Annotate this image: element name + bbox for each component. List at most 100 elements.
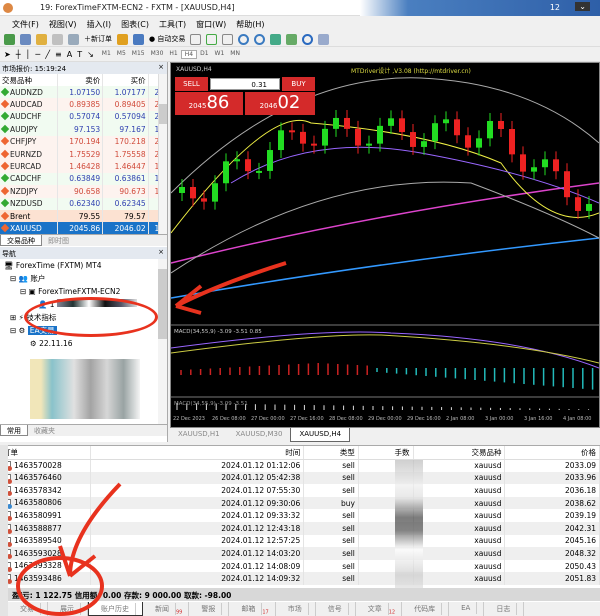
metaeditor-icon[interactable]	[117, 33, 128, 45]
tree-ea-item[interactable]: ⚙ 22.11.16	[4, 337, 167, 350]
ask-price[interactable]: 204602	[245, 92, 315, 115]
market-watch-icon[interactable]	[36, 33, 47, 45]
market-watch-row[interactable]: AUDNZD1.071501.0717727	[0, 86, 167, 99]
periods-icon[interactable]	[302, 33, 314, 45]
scrollbar[interactable]	[158, 74, 167, 234]
tree-accounts[interactable]: ⊟ 👥 账户	[4, 272, 167, 285]
order-row[interactable]: 1463570028 2024.01.12 01:12:06 sell xauusd 2…	[0, 459, 600, 472]
column-header[interactable]: 卖价	[57, 74, 104, 86]
terminal-tab[interactable]: EA	[449, 602, 485, 616]
menu-item[interactable]: 插入(I)	[87, 19, 112, 30]
zoom-out-icon[interactable]	[254, 33, 266, 45]
terminal-tab[interactable]: 文章 12	[356, 602, 403, 616]
text-icon[interactable]: A	[67, 50, 72, 59]
terminal-tab[interactable]: 代码库	[402, 602, 450, 616]
chart-tab[interactable]: XAUUSD,M30	[228, 428, 291, 442]
cursor-icon[interactable]: ➤	[4, 50, 11, 59]
market-watch-row[interactable]: NZDUSD0.623400.623455	[0, 197, 167, 210]
column-header[interactable]: 买价	[102, 74, 149, 86]
timeframe-M15[interactable]: M15	[129, 50, 148, 59]
new-order-button[interactable]: ＋新订单	[84, 34, 112, 44]
navigator-tab[interactable]: 收藏夹	[28, 425, 61, 436]
tree-root[interactable]: 🖥 ForexTime (FXTM) MT4	[4, 259, 167, 272]
terminal-tab[interactable]: 新闻 99	[143, 602, 190, 616]
market-watch-row[interactable]: Brent79.5579.572	[0, 209, 167, 223]
menu-item[interactable]: 帮助(H)	[236, 19, 264, 30]
market-watch-row[interactable]: AUDJPY97.15397.16714	[0, 123, 167, 136]
timeframe-H1[interactable]: H1	[166, 50, 180, 59]
menu-item[interactable]: 工具(T)	[159, 19, 186, 30]
column-header[interactable]: 时间	[90, 446, 305, 460]
arrows-icon[interactable]: ↘	[87, 50, 94, 59]
signals-icon[interactable]	[133, 33, 144, 45]
market-watch-row[interactable]: AUDCAD0.893850.8940520	[0, 98, 167, 111]
terminal-tab[interactable]: 信号	[316, 602, 356, 616]
label-icon[interactable]: T	[77, 50, 82, 59]
indicators-icon[interactable]	[286, 33, 298, 45]
horizontal-line-icon[interactable]: ─	[35, 50, 40, 59]
price-cell: 2051.83	[504, 572, 600, 585]
candle-chart-icon[interactable]	[206, 33, 218, 45]
terminal-tab[interactable]: 邮箱 17	[229, 602, 276, 616]
candle	[377, 125, 383, 144]
line-chart-icon[interactable]	[222, 33, 234, 45]
menu-item[interactable]: 窗口(W)	[196, 19, 226, 30]
market-watch-row[interactable]: NZDJPY90.65890.67315	[0, 185, 167, 198]
bar-chart-icon[interactable]	[190, 33, 202, 45]
market-watch-row[interactable]: XAUUSD2045.862046.0216	[0, 222, 167, 234]
time-tick: 26 Dec 08:00	[212, 416, 246, 422]
chart-tab[interactable]: XAUUSD,H4	[290, 428, 351, 442]
market-watch-row[interactable]: EURCAD1.464281.4644719	[0, 160, 167, 173]
new-chart-icon[interactable]	[4, 33, 15, 45]
terminal-tab[interactable]: 日志	[484, 602, 525, 616]
chevron-down-icon[interactable]: ⌄	[575, 2, 590, 11]
timeframe-D1[interactable]: D1	[197, 50, 211, 59]
chart-window[interactable]: XAUUSD,H4 MTDriver设计 ,V3.08 (http://mtdr…	[170, 62, 600, 428]
timeframe-M30[interactable]: M30	[148, 50, 167, 59]
timeframe-H4[interactable]: H4	[180, 49, 198, 59]
column-header[interactable]: 交易品种	[0, 74, 58, 86]
channel-icon[interactable]: ≡	[55, 50, 62, 59]
timeframe-W1[interactable]: W1	[212, 50, 228, 59]
chart-tab[interactable]: XAUUSD,H1	[170, 428, 228, 442]
vertical-line-icon[interactable]: │	[26, 50, 31, 59]
trendline-icon[interactable]: ╱	[45, 50, 50, 59]
navigator-tab[interactable]: 常用	[0, 425, 28, 436]
candle	[410, 132, 416, 147]
sell-button[interactable]: SELL	[175, 77, 208, 91]
timeframe-MN[interactable]: MN	[227, 50, 243, 59]
templates-icon[interactable]	[318, 33, 330, 45]
navigator-icon[interactable]	[52, 33, 63, 45]
tab-label: 文章	[361, 603, 389, 615]
column-header[interactable]: 订单	[0, 446, 91, 460]
timeframe-M1[interactable]: M1	[99, 50, 114, 59]
column-header[interactable]: 交易品种	[413, 446, 506, 460]
zoom-in-icon[interactable]	[238, 33, 250, 45]
terminal-tab[interactable]: 警报	[189, 602, 230, 616]
menu-item[interactable]: 文件(F)	[12, 19, 39, 30]
auto-trading-button[interactable]: ● 自动交易	[149, 34, 185, 44]
bid-price[interactable]: 204586	[175, 92, 243, 115]
column-header[interactable]: 价格	[504, 446, 600, 460]
close-icon[interactable]: ×	[158, 248, 164, 256]
bid-cell: 1.75529	[57, 147, 104, 161]
buy-button[interactable]: BUY	[282, 77, 315, 91]
market-watch-tab[interactable]: 交易品种	[0, 235, 42, 246]
close-icon[interactable]: ×	[158, 63, 164, 71]
column-header[interactable]: 类型	[303, 446, 359, 460]
timeframe-M5[interactable]: M5	[114, 50, 129, 59]
market-watch-row[interactable]: EURNZD1.755291.7555829	[0, 147, 167, 161]
tile-windows-icon[interactable]	[270, 33, 282, 45]
lot-size-input[interactable]: 0.31	[210, 78, 280, 90]
column-header[interactable]: 手数	[358, 446, 414, 460]
terminal-tab[interactable]: 市场	[276, 602, 316, 616]
crosshair-icon[interactable]: ┼	[16, 50, 21, 59]
terminal-icon[interactable]	[68, 33, 79, 45]
market-watch-row[interactable]: CADCHF0.638490.6386112	[0, 172, 167, 186]
market-watch-row[interactable]: AUDCHF0.570740.5709420	[0, 110, 167, 124]
market-watch-tab[interactable]: 即时图	[42, 235, 75, 246]
profiles-icon[interactable]	[20, 33, 31, 45]
menu-item[interactable]: 图表(C)	[121, 19, 149, 30]
market-watch-row[interactable]: CHFJPY170.194170.21824	[0, 135, 167, 148]
menu-item[interactable]: 视图(V)	[49, 19, 77, 30]
